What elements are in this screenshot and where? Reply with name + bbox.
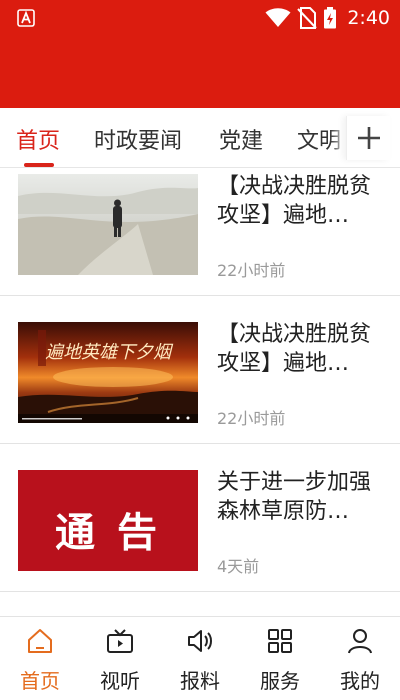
news-feed: 【决战决胜脱贫攻坚】遍地… 22小时前 遍地英雄下夕烟 【决战决胜脱贫攻坚】遍地… (0, 169, 400, 616)
tab-politics-news[interactable]: 时政要闻 (94, 123, 182, 155)
battery-charging-icon (324, 7, 337, 29)
news-item[interactable]: 【决战决胜脱贫攻坚】遍地… 22小时前 (0, 169, 400, 296)
tab-home[interactable]: 首页 (16, 123, 60, 155)
status-bar: 2:40 (0, 0, 400, 36)
news-time: 4天前 (217, 557, 260, 576)
tab-party-building[interactable]: 党建 (219, 123, 263, 155)
status-icons: 2:40 (265, 6, 390, 30)
user-icon (348, 629, 372, 654)
wifi-icon (265, 8, 291, 27)
nav-report-label: 报料 (180, 669, 220, 693)
notice-banner-text: 通 告 (55, 510, 161, 556)
video-icon (107, 629, 133, 653)
news-thumbnail-desert (18, 174, 198, 275)
news-thumbnail-video: 遍地英雄下夕烟 (18, 322, 198, 423)
news-time: 22小时前 (217, 409, 286, 428)
app-notification-icon (17, 9, 35, 27)
grid-icon (268, 629, 292, 653)
category-tabs: 首页 时政要闻 党建 文明 (0, 108, 400, 168)
status-time: 2:40 (347, 7, 390, 29)
news-title: 【决战决胜脱贫攻坚】遍地… (217, 174, 372, 228)
bottom-nav: 首页 视听 报料 服务 我的 (0, 616, 400, 700)
nav-profile[interactable]: 我的 (320, 617, 400, 700)
home-icon (28, 629, 52, 653)
news-item[interactable]: 遍地英雄下夕烟 【决战决胜脱贫攻坚】遍地… 22小时前 (0, 296, 400, 444)
nav-video[interactable]: 视听 (80, 617, 160, 700)
nav-profile-label: 我的 (340, 669, 380, 693)
video-overlay-text: 遍地英雄下夕烟 (45, 342, 174, 363)
app-root: 2:40 首页 时政要闻 党建 文明 【决战决胜脱贫攻坚】遍地… 22小时前 遍… (0, 0, 400, 700)
news-title: 关于进一步加强森林草原防… (217, 470, 372, 524)
news-thumbnail-notice: 通 告 (18, 470, 198, 571)
no-sim-icon (297, 7, 318, 29)
news-title: 【决战决胜脱贫攻坚】遍地… (217, 322, 372, 376)
news-item[interactable]: 通 告 关于进一步加强森林草原防… 4天前 (0, 444, 400, 592)
nav-report[interactable]: 报料 (160, 617, 240, 700)
nav-home-label: 首页 (20, 669, 60, 693)
nav-service-label: 服务 (260, 669, 300, 693)
speaker-icon (188, 630, 212, 652)
nav-video-label: 视听 (100, 669, 140, 693)
plus-icon (358, 127, 380, 149)
app-header: 2:40 (0, 0, 400, 108)
news-time: 22小时前 (217, 261, 286, 280)
nav-home[interactable]: 首页 (0, 617, 80, 700)
active-tab-indicator (24, 163, 54, 167)
add-tab-button[interactable] (346, 116, 390, 160)
nav-service[interactable]: 服务 (240, 617, 320, 700)
